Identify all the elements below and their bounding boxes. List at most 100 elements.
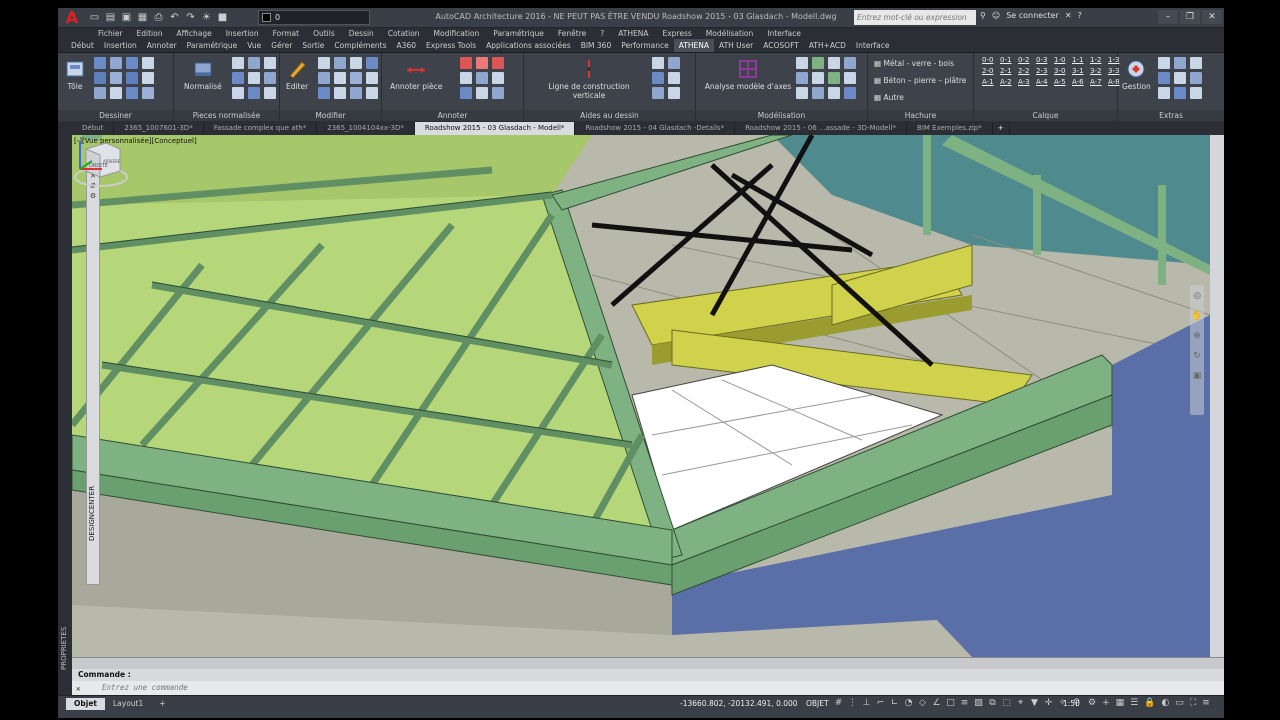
doc-tab[interactable]: Début — [72, 122, 115, 135]
command-close-icon[interactable]: ✕ — [76, 682, 86, 694]
properties-palette-strip[interactable]: PROPRIÉTÉS — [58, 135, 72, 713]
tool-icon[interactable] — [796, 87, 808, 99]
tool-icon[interactable] — [142, 57, 154, 69]
tool-icon[interactable] — [828, 57, 840, 69]
panel-title[interactable]: Calque — [974, 110, 1117, 121]
tool-icon[interactable] — [1158, 87, 1170, 99]
tab-gerer[interactable]: Gérer — [266, 39, 297, 52]
tool-icon[interactable] — [264, 87, 276, 99]
hachure-beton-button[interactable]: ▦ Béton – pierre – plâtre — [874, 76, 966, 85]
doc-tab[interactable]: 2365_1007601-3D* — [114, 122, 204, 135]
panel-title[interactable]: Dessiner — [58, 110, 173, 121]
customize-menu-icon[interactable]: ≡ — [1202, 698, 1210, 708]
clean-screen-icon[interactable]: ⛶ — [1190, 698, 1196, 708]
panel-title[interactable]: Modélisation — [696, 110, 867, 121]
tool-icon[interactable] — [232, 87, 244, 99]
calque-button[interactable]: A-4 — [1036, 78, 1052, 86]
tool-icon[interactable] — [264, 72, 276, 84]
menu-affichage[interactable]: Affichage — [176, 28, 211, 39]
ortho-icon[interactable]: ∟ — [890, 698, 899, 708]
tool-icon[interactable] — [126, 87, 138, 99]
tool-icon[interactable] — [492, 87, 504, 99]
help-icon[interactable]: ? — [1078, 11, 1082, 20]
units-icon[interactable]: ▦ — [1116, 698, 1125, 708]
tool-icon[interactable] — [318, 87, 330, 99]
tole-button[interactable]: Tôle — [64, 58, 86, 91]
tab-applications[interactable]: Applications associées — [481, 39, 576, 52]
tool-icon[interactable] — [1190, 87, 1202, 99]
model-space-toggle[interactable]: OBJET — [806, 699, 829, 708]
lineweight-icon[interactable]: ≡ — [960, 698, 969, 708]
calque-button[interactable]: 2-2 — [1018, 67, 1034, 75]
undo-icon[interactable]: ↶ — [168, 11, 181, 24]
menu-outils[interactable]: Outils — [313, 28, 335, 39]
tool-icon[interactable] — [476, 72, 488, 84]
tab-a360[interactable]: A360 — [392, 39, 421, 52]
normalise-button[interactable]: Normalisé — [184, 58, 222, 91]
tab-vue[interactable]: Vue — [242, 39, 266, 52]
tab-ath-user[interactable]: ATH User — [714, 39, 758, 52]
new-file-icon[interactable]: ▭ — [88, 11, 101, 24]
hardware-acceleration-icon[interactable]: ▭ — [1175, 698, 1184, 708]
panel-title[interactable]: Pieces normalisée — [174, 110, 279, 121]
tool-icon[interactable] — [248, 72, 260, 84]
tool-icon[interactable] — [652, 87, 664, 99]
panel-title[interactable]: Extras — [1118, 110, 1224, 121]
3d-osnap-icon[interactable]: ⬚ — [1002, 698, 1011, 708]
user-icon[interactable]: ☺ — [992, 11, 1000, 20]
tool-icon[interactable] — [812, 87, 824, 99]
add-layout-plus-icon[interactable]: + — [151, 698, 173, 710]
tool-icon[interactable] — [476, 87, 488, 99]
menu-parametrique[interactable]: Paramétrique — [493, 28, 544, 39]
tool-icon[interactable] — [844, 87, 856, 99]
tool-icon[interactable] — [232, 72, 244, 84]
analyse-axes-button[interactable]: Analyse modèle d'axes — [702, 58, 794, 91]
tool-icon[interactable] — [460, 87, 472, 99]
coordinate-readout[interactable]: -13660.802, -20132.491, 0.000 — [680, 699, 798, 708]
menu-dessin[interactable]: Dessin — [349, 28, 374, 39]
tool-icon[interactable] — [1174, 87, 1186, 99]
tab-complements[interactable]: Compléments — [329, 39, 391, 52]
doc-tab-active[interactable]: Roadshow 2015 - 03 Glasdach - Modell* — [414, 122, 576, 135]
doc-tab[interactable]: Fassade complex que ath* — [204, 122, 318, 135]
navigation-bar[interactable]: ◎ ✋ ⊕ ↻ ▣ — [1190, 285, 1204, 415]
editer-button[interactable]: Editer — [286, 58, 308, 91]
zoom-icon[interactable]: ⊕ — [1190, 331, 1204, 341]
tab-ath-acd[interactable]: ATH+ACD — [804, 39, 851, 52]
hachure-metal-button[interactable]: ▦ Métal - verre - bois — [874, 59, 954, 68]
annotation-scale[interactable]: 1:50 — [1063, 699, 1080, 708]
calque-button[interactable]: 1-1 — [1072, 56, 1088, 64]
tool-icon[interactable] — [652, 72, 664, 84]
menu-fenetre[interactable]: Fenêtre — [558, 28, 586, 39]
tab-parametrique[interactable]: Paramétrique — [182, 39, 243, 52]
new-tab-plus-icon[interactable]: + — [993, 122, 1010, 135]
calque-button[interactable]: 2-0 — [982, 67, 998, 75]
tool-icon[interactable] — [350, 72, 362, 84]
save-icon[interactable]: ▣ — [120, 11, 133, 24]
help-search-input[interactable]: Entrez mot-clé ou expression — [854, 10, 976, 25]
annoter-piece-button[interactable]: Annoter pièce — [390, 58, 442, 91]
tool-icon[interactable] — [264, 57, 276, 69]
object-snap-tracking-icon[interactable]: ∠ — [932, 698, 941, 708]
lock-icon[interactable]: 🔒 — [1144, 698, 1155, 708]
calque-button[interactable]: 2-1 — [1000, 67, 1016, 75]
tool-icon[interactable] — [844, 57, 856, 69]
tool-icon[interactable] — [248, 87, 260, 99]
tool-icon[interactable] — [350, 87, 362, 99]
tool-icon[interactable] — [796, 57, 808, 69]
doc-tab[interactable]: BIM Exemples.zip* — [907, 122, 993, 135]
showmotion-icon[interactable]: ▣ — [1190, 371, 1204, 381]
tool-icon[interactable] — [492, 57, 504, 69]
calque-button[interactable]: 0-2 — [1018, 56, 1034, 64]
menu-express[interactable]: Express — [662, 28, 691, 39]
panel-title[interactable]: Hachure — [868, 110, 973, 121]
tab-model[interactable]: Objet — [66, 698, 105, 710]
binoculars-icon[interactable]: ⚲ — [980, 11, 986, 20]
tool-icon[interactable] — [476, 57, 488, 69]
tool-icon[interactable] — [844, 72, 856, 84]
calque-button[interactable]: 2-3 — [1036, 67, 1052, 75]
tool-icon[interactable] — [94, 57, 106, 69]
calque-button[interactable]: 0-3 — [1036, 56, 1052, 64]
isodraft-icon[interactable]: ◇ — [918, 698, 927, 708]
tool-icon[interactable] — [126, 57, 138, 69]
